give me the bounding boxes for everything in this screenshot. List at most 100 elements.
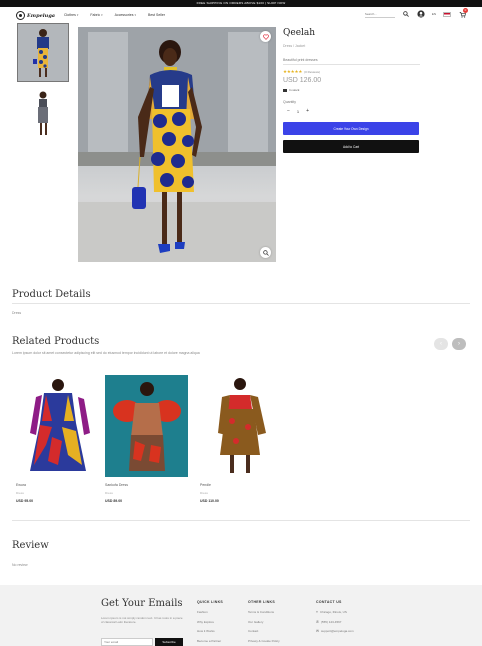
product-card-price: USD 95.00 <box>16 499 34 503</box>
chevron-down-icon: ▾ <box>134 13 137 17</box>
footer-link[interactable]: Contact <box>248 629 280 633</box>
carousel-next-button[interactable]: › <box>452 338 466 350</box>
product-subtitle: Dress / Jacket <box>283 44 306 48</box>
add-to-cart-button[interactable]: Add to Cart <box>283 140 419 153</box>
nav-item-fabric[interactable]: Fabric ▾ <box>90 13 102 17</box>
header-actions: EN 0 <box>364 8 468 18</box>
newsletter-email-input[interactable] <box>101 638 153 646</box>
footer-link[interactable]: Why Explore <box>197 620 223 624</box>
logo[interactable]: Empeluga <box>16 10 58 21</box>
product-card-price: USD 89.00 <box>105 499 123 503</box>
nav-item-accessories[interactable]: Accessories ▾ <box>115 13 136 17</box>
footer-link[interactable]: Fashion <box>197 610 223 614</box>
language-selector[interactable]: EN <box>432 12 436 16</box>
zoom-icon <box>262 249 269 256</box>
divider <box>12 303 470 304</box>
product-card-name[interactable]: Sankofa Dress <box>105 483 188 487</box>
chevron-down-icon: ▾ <box>101 13 103 17</box>
search-input[interactable] <box>364 10 395 18</box>
quantity-stepper: − 1 + <box>283 107 420 115</box>
product-thumbnail[interactable] <box>17 23 69 82</box>
product-card-name[interactable]: Pendle <box>200 483 283 487</box>
model-photo <box>78 27 276 262</box>
zoom-button[interactable] <box>260 247 271 258</box>
product-title: Qeelah <box>283 28 316 38</box>
stock-icon <box>283 88 287 92</box>
review-count: (0 Reviews) <box>304 70 321 74</box>
heart-icon <box>262 34 269 40</box>
related-carousel-controls: ‹ › <box>434 338 466 350</box>
quantity-decrease-button[interactable]: − <box>287 108 290 114</box>
nav-item-clothes[interactable]: Clothes ▾ <box>64 13 78 17</box>
carousel-prev-button[interactable]: ‹ <box>434 338 448 350</box>
nav-item-best-seller[interactable]: Best Seller <box>148 13 165 17</box>
footer-link[interactable]: Our Gallery <box>248 620 280 624</box>
cart-icon[interactable]: 0 <box>458 8 468 18</box>
product-card-category: Dress <box>16 491 24 495</box>
footer-link[interactable]: Terms & Conditions <box>248 610 280 614</box>
footer-link[interactable]: Privacy & Cookie Policy <box>248 639 280 643</box>
product-card[interactable]: Pendle Dress USD 110.00 <box>200 375 283 503</box>
subscribe-button[interactable]: Subscribe <box>155 638 183 646</box>
product-details-text: Dress <box>12 311 22 315</box>
product-short-description: Beautiful print dresses <box>283 58 420 65</box>
thumbnail-list <box>17 23 69 148</box>
product-thumbnail[interactable] <box>18 86 68 143</box>
quantity-label: Quantity <box>283 100 297 104</box>
footer-other-links: OTHER LINKS Terms & Conditions Our Galle… <box>248 600 280 646</box>
product-info: Qeelah Dress / Jacket Beautiful print dr… <box>283 28 420 153</box>
product-card-image[interactable] <box>105 375 188 477</box>
footer-link[interactable]: How it Works <box>197 629 223 633</box>
site-header: Empeluga Clothes ▾ Fabric ▾ Accessories ▾ B… <box>0 7 482 24</box>
stock-status: In stock <box>283 88 420 92</box>
footer-heading: QUICK LINKS <box>197 600 224 604</box>
newsletter-title: Get Your Emails <box>101 598 183 609</box>
footer-link[interactable]: Become a Partner <box>197 639 223 643</box>
model-image <box>38 91 48 135</box>
rating-stars: ★★★★★ <box>283 69 303 74</box>
footer-quick-links: QUICK LINKS Fashion Why Explore How it W… <box>197 600 223 646</box>
rating[interactable]: ★★★★★ (0 Reviews) <box>283 69 420 75</box>
footer-heading: OTHER LINKS <box>248 600 276 604</box>
product-details-title: Product Details <box>12 289 91 300</box>
announcement-bar: FREE SHIPPING ON ORDERS ABOVE $100 | SHO… <box>0 0 482 7</box>
review-title: Review <box>12 540 49 551</box>
product-card-category: Dress <box>105 491 113 495</box>
related-products-description: Lorem ipsum dolor sit amet consectetur a… <box>12 351 200 355</box>
footer-contact-email[interactable]: ✉ support@empeluga.com <box>316 629 354 633</box>
footer-heading: CONTACT US <box>316 600 342 604</box>
account-icon[interactable] <box>417 10 425 18</box>
newsletter-text: Lorem ipsum is not simply random text. I… <box>101 616 183 625</box>
footer-contact-phone[interactable]: ✆ (555) 123-4567 <box>316 620 354 624</box>
product-card-category: Dress <box>200 491 208 495</box>
phone-icon: ✆ <box>316 619 319 624</box>
related-products-title: Related Products <box>12 336 100 347</box>
review-text: No review <box>12 563 28 567</box>
product-card[interactable]: Sankofa Dress Dress USD 89.00 <box>105 375 188 503</box>
product-card-price: USD 110.00 <box>200 499 219 503</box>
footer-contact: CONTACT US ⌖ Chicago, Illinois, US ✆ (555)… <box>316 600 354 639</box>
footer-contact-address: ⌖ Chicago, Illinois, US <box>316 610 347 614</box>
product-card[interactable]: Ewura Dress USD 95.00 <box>16 375 99 503</box>
product-card-image[interactable] <box>16 375 99 477</box>
search-icon[interactable] <box>402 10 410 18</box>
cart-count-badge: 0 <box>463 8 468 13</box>
main-nav: Clothes ▾ Fabric ▾ Accessories ▾ Best Selle… <box>64 13 165 17</box>
logo-mark-icon <box>16 11 25 20</box>
product-price: USD 126.00 <box>283 77 322 84</box>
quantity-value[interactable]: 1 <box>297 109 299 114</box>
logo-text: Empeluga <box>27 12 56 19</box>
flag-icon[interactable] <box>443 11 451 17</box>
location-icon: ⌖ <box>316 610 318 614</box>
site-footer <box>0 585 482 646</box>
product-card-image[interactable] <box>200 375 283 477</box>
divider <box>12 520 470 521</box>
favorite-button[interactable] <box>260 31 271 42</box>
customize-design-button[interactable]: Create Your Own Design <box>283 122 419 135</box>
quantity-increase-button[interactable]: + <box>306 108 309 114</box>
product-main-image[interactable] <box>78 27 276 262</box>
product-card-name[interactable]: Ewura <box>16 483 99 487</box>
model-image <box>18 24 68 81</box>
chevron-down-icon: ▾ <box>76 13 79 17</box>
mail-icon: ✉ <box>316 629 319 633</box>
